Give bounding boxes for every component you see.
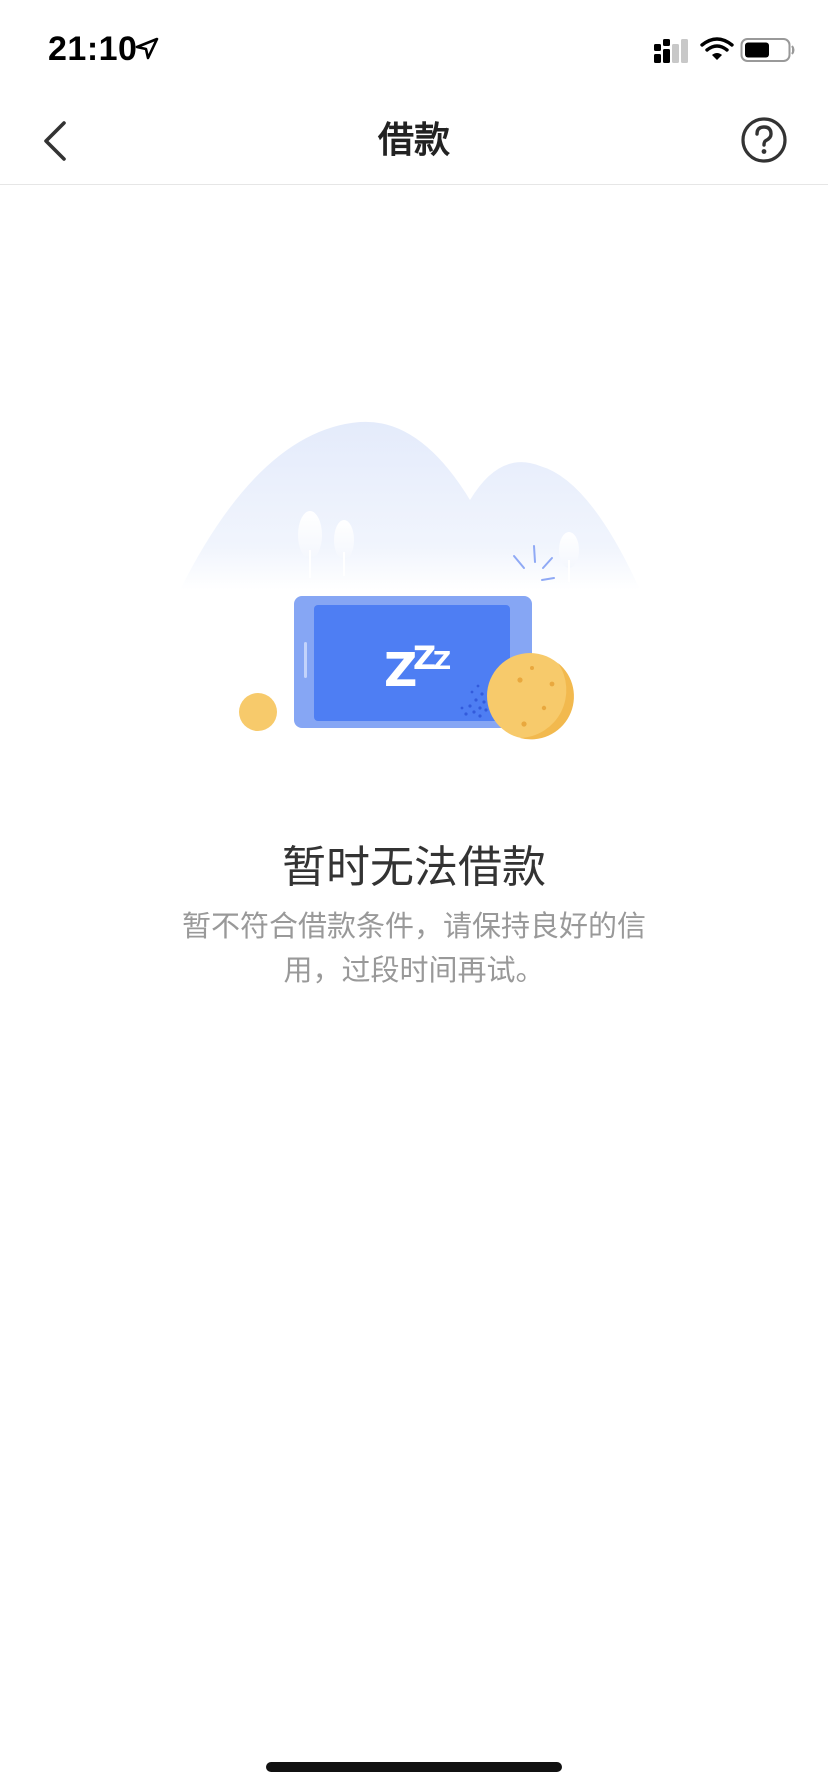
page-title: 借款 bbox=[377, 120, 450, 161]
question-circle-icon bbox=[741, 117, 787, 163]
empty-state-title: 暂时无法借款 bbox=[282, 842, 546, 893]
empty-state-description: 暂不符合借款条件，请保持良好的信用，过段时间再试。 bbox=[181, 909, 646, 987]
wifi-icon bbox=[700, 37, 734, 60]
navigation-bar: 借款 bbox=[0, 100, 828, 185]
home-indicator[interactable] bbox=[266, 1762, 562, 1772]
empty-state-illustration: Z Z Z bbox=[180, 421, 640, 740]
cellular-signal-icon bbox=[654, 39, 688, 63]
small-coin-icon bbox=[239, 693, 277, 731]
status-bar: 21:10 bbox=[0, 0, 828, 100]
svg-text:Z: Z bbox=[433, 646, 451, 675]
help-button[interactable] bbox=[738, 114, 790, 166]
battery-icon bbox=[740, 38, 795, 62]
coin-icon bbox=[487, 653, 574, 740]
status-time: 21:10 bbox=[48, 30, 138, 68]
location-arrow-icon bbox=[135, 37, 159, 60]
screen: 21:10 借款 Z Z Z 暂时无法借款 暂不符合借款条件，请保持良好的信用，… bbox=[0, 0, 828, 1792]
